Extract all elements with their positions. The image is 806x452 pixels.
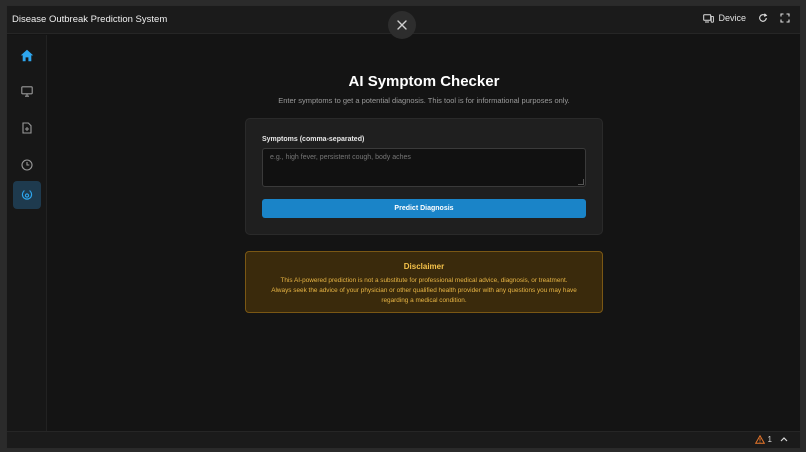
textarea-resize-handle[interactable] (578, 179, 584, 185)
stethoscope-icon (21, 190, 33, 200)
home-icon (20, 49, 34, 61)
refresh-button[interactable] (758, 13, 768, 23)
status-bar-actions: 1 (754, 435, 788, 444)
expand-panel-button[interactable] (780, 435, 788, 444)
disclaimer-line: This AI-powered prediction is not a subs… (280, 277, 568, 284)
clock-icon (21, 159, 33, 171)
sidebar-item-symptom-checker[interactable] (13, 181, 41, 209)
sidebar-item-home[interactable] (13, 41, 41, 69)
device-icon (703, 13, 715, 23)
warning-count: 1 (767, 435, 772, 444)
predict-diagnosis-button[interactable]: Predict Diagnosis (262, 199, 586, 218)
disclaimer-title: Disclaimer (403, 262, 445, 271)
sidebar (7, 35, 47, 432)
main-content: AI Symptom Checker Enter symptoms to get… (48, 35, 800, 432)
symptoms-label: Symptoms (comma-separated) (262, 136, 365, 143)
warning-indicator[interactable]: 1 (754, 435, 772, 444)
page-title: AI Symptom Checker (348, 73, 500, 90)
fullscreen-icon (780, 13, 790, 23)
close-icon (397, 20, 407, 30)
title-bar-actions: Device (703, 13, 790, 23)
device-button[interactable]: Device (703, 13, 746, 23)
app-window: Disease Outbreak Prediction System Devic… (6, 5, 801, 449)
disclaimer-text: This AI-powered prediction is not a subs… (254, 276, 594, 306)
document-icon (22, 122, 32, 134)
title-bar: Disease Outbreak Prediction System Devic… (7, 6, 800, 39)
symptoms-input[interactable] (262, 148, 586, 187)
status-bar: 1 (7, 431, 800, 448)
monitor-icon (21, 85, 33, 97)
sidebar-item-history[interactable] (13, 151, 41, 179)
app-title: Disease Outbreak Prediction System (12, 14, 168, 25)
disclaimer-line: regarding a medical condition. (381, 297, 467, 304)
device-label: Device (718, 13, 746, 23)
fullscreen-button[interactable] (780, 13, 790, 23)
chevron-up-icon (780, 437, 788, 442)
sidebar-item-reports[interactable] (13, 114, 41, 142)
disclaimer-box: Disclaimer This AI-powered prediction is… (245, 251, 603, 313)
symptom-form-card: Symptoms (comma-separated) Predict Diagn… (245, 118, 603, 235)
disclaimer-line: Always seek the advice of your physician… (271, 287, 577, 294)
warning-icon (754, 435, 765, 444)
refresh-icon (759, 13, 768, 22)
page-subtitle: Enter symptoms to get a potential diagno… (278, 96, 570, 105)
sidebar-item-monitor[interactable] (13, 77, 41, 105)
